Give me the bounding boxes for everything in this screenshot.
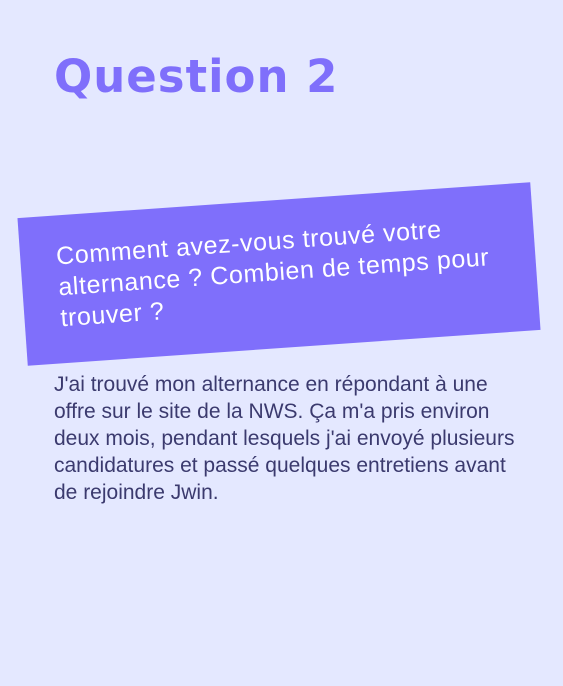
question-banner: Comment avez-vous trouvé votre alternanc…: [17, 182, 541, 366]
slide-title: Question 2: [54, 50, 339, 103]
answer-text: J'ai trouvé mon alternance en répondant …: [54, 373, 515, 504]
slide: Question 2 Comment avez-vous trouvé votr…: [0, 0, 563, 686]
question-text: Comment avez-vous trouvé votre alternanc…: [55, 215, 491, 333]
